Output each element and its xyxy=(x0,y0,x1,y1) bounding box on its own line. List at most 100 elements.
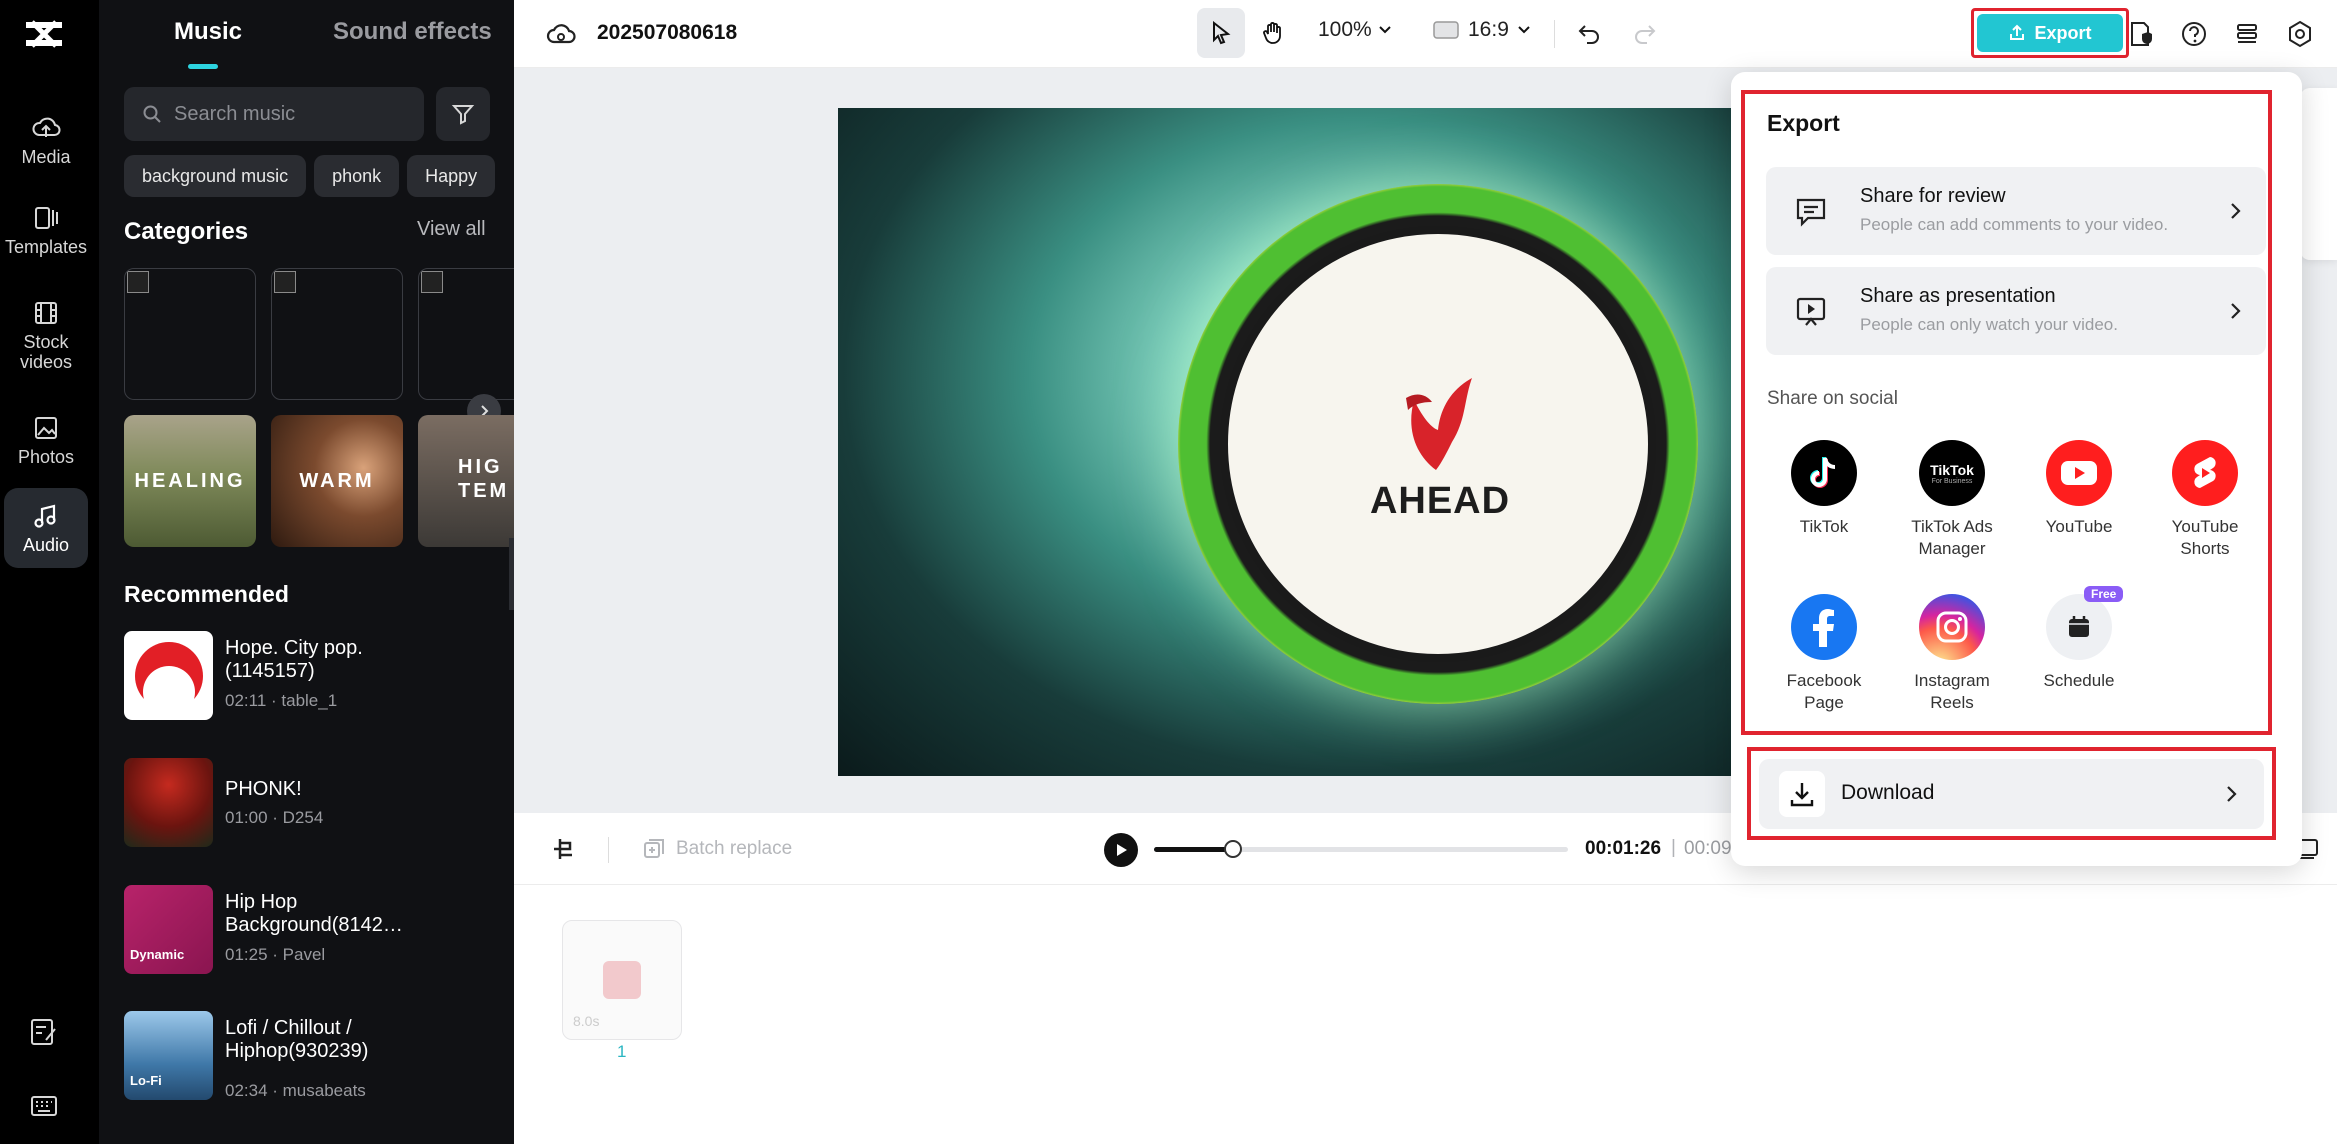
tab-sound-effects[interactable]: Sound effects xyxy=(333,18,492,46)
playback-progress-bar[interactable] xyxy=(1154,840,1568,858)
share-tiktok-ads-manager[interactable]: TikTok For Business TikTok Ads Manager xyxy=(1887,440,2017,560)
edit-notes-icon[interactable] xyxy=(28,1016,60,1048)
toolbar-divider xyxy=(1554,20,1555,48)
music-panel: Music Sound effects background musicphon… xyxy=(99,0,514,1144)
tiktok-ads-manager-icon: TikTok For Business xyxy=(1919,440,1985,506)
capcut-logo-icon[interactable] xyxy=(22,14,66,54)
share-youtube-shorts[interactable]: YouTube Shorts xyxy=(2140,440,2270,560)
chip-phonk[interactable]: phonk xyxy=(314,155,400,197)
category-card[interactable] xyxy=(418,268,514,400)
share-as-presentation-option[interactable]: Share as presentation People can only wa… xyxy=(1766,267,2266,355)
view-all-link[interactable]: View all xyxy=(417,218,486,241)
track-meta: 01:00 · D254 xyxy=(225,808,324,827)
search-box xyxy=(124,87,424,141)
track-meta: 02:11 · table_1 xyxy=(225,691,338,710)
split-tool-icon[interactable] xyxy=(550,835,578,863)
play-button[interactable] xyxy=(1104,833,1138,867)
batch-replace-button[interactable]: Batch replace xyxy=(642,837,792,861)
current-time: 00:01:26 xyxy=(1585,838,1662,859)
rail-item-label: Photos xyxy=(17,447,75,467)
red-moon-artwork-icon xyxy=(134,641,203,716)
track-item[interactable]: Dynamic Hip Hop Background(8142… 01:25 ·… xyxy=(124,885,514,977)
presentation-play-icon xyxy=(1796,297,1826,326)
help-icon[interactable] xyxy=(2180,20,2208,48)
broken-image-icon xyxy=(274,271,296,293)
social-label: YouTube xyxy=(2045,517,2113,536)
rail-item-templates[interactable]: Templates xyxy=(4,190,88,270)
cursor-arrow-icon xyxy=(1213,21,1231,45)
tiktok-ads-sub: For Business xyxy=(1931,477,1973,485)
right-side-panel-edge[interactable] xyxy=(2300,88,2337,260)
track-item[interactable]: Lo-Fi Lofi / Chillout / Hiphop(930239) 0… xyxy=(124,1011,514,1103)
share-youtube[interactable]: YouTube xyxy=(2014,440,2144,538)
social-label: TikTok xyxy=(1799,517,1849,536)
category-label: HEALING xyxy=(134,469,246,492)
track-thumbnail: Dynamic xyxy=(124,885,213,974)
keyboard-icon[interactable] xyxy=(28,1090,60,1122)
share-instagram-reels[interactable]: Instagram Reels xyxy=(1887,594,2017,714)
category-warm[interactable]: WARM xyxy=(271,415,403,547)
rail-item-stock-videos[interactable]: Stock videos xyxy=(4,290,88,380)
batch-replace-icon xyxy=(644,839,664,858)
calendar-icon: Free xyxy=(2046,586,2124,660)
filter-button[interactable] xyxy=(436,87,490,141)
social-label: TikTok Ads Manager xyxy=(1911,517,1993,558)
track-title: Hip Hop Background(8142… xyxy=(225,891,403,936)
redo-icon xyxy=(1635,25,1656,44)
social-label: YouTube Shorts xyxy=(2171,517,2239,558)
track-meta: 02:34 · musabeats xyxy=(225,1081,366,1100)
video-preview[interactable]: AHEAD xyxy=(838,108,1738,776)
hand-tool-button[interactable] xyxy=(1249,8,1297,58)
document-shield-icon[interactable] xyxy=(2126,20,2154,48)
category-card[interactable] xyxy=(271,268,403,400)
red-bird-logo-icon xyxy=(1406,378,1472,470)
social-label: Instagram Reels xyxy=(1914,671,1990,712)
schedule-post[interactable]: Free Schedule xyxy=(2014,586,2144,692)
track-item[interactable]: PHONK! 01:00 · D254 xyxy=(124,758,514,850)
share-facebook-page[interactable]: Facebook Page xyxy=(1759,594,1889,714)
track-item[interactable]: Hope. City pop.(1145157) 02:11 · table_1 xyxy=(124,631,514,723)
redo-button[interactable] xyxy=(1630,18,1660,48)
select-tool-button[interactable] xyxy=(1197,8,1245,58)
search-input[interactable] xyxy=(174,102,414,126)
undo-button[interactable] xyxy=(1574,18,1604,48)
social-label: Schedule xyxy=(2043,671,2115,690)
category-high-tempo[interactable]: HIG TEM xyxy=(418,415,514,547)
share-for-review-option[interactable]: Share for review People can add comments… xyxy=(1766,167,2266,255)
chip-happy[interactable]: Happy xyxy=(407,155,496,197)
timeline-clip[interactable]: 8.0s xyxy=(562,920,682,1040)
export-menu-title: Export xyxy=(1767,110,1840,136)
playback-scrubber-handle[interactable] xyxy=(1223,840,1242,858)
facebook-icon xyxy=(1791,594,1857,660)
zoom-dropdown[interactable]: 100% xyxy=(1318,18,1392,42)
download-option[interactable]: Download xyxy=(1759,759,2264,829)
share-on-social-heading: Share on social xyxy=(1767,388,1898,409)
rail-item-label: Stock videos xyxy=(19,332,73,372)
settings-gear-icon[interactable] xyxy=(2286,20,2314,48)
rail-item-audio[interactable]: Audio xyxy=(4,488,88,568)
track-title: Lofi / Chillout / Hiphop(930239) xyxy=(225,1017,369,1062)
search-icon xyxy=(143,105,161,123)
tiktok-icon xyxy=(1791,440,1857,506)
cloud-sync-icon[interactable] xyxy=(546,20,576,48)
project-name[interactable]: 202507080618 xyxy=(597,21,737,45)
share-tiktok[interactable]: TikTok xyxy=(1759,440,1889,538)
image-icon xyxy=(35,417,57,439)
social-label: Facebook Page xyxy=(1786,671,1862,712)
tab-active-indicator xyxy=(188,64,218,69)
rail-item-photos[interactable]: Photos xyxy=(4,400,88,480)
comment-icon xyxy=(1796,198,1826,227)
category-label: HIG TEM xyxy=(458,456,510,502)
rail-item-media[interactable]: Media xyxy=(4,100,88,180)
category-healing[interactable]: HEALING xyxy=(124,415,256,547)
tab-music[interactable]: Music xyxy=(174,18,242,46)
layers-stack-icon[interactable] xyxy=(2233,20,2261,48)
chip-background-music[interactable]: background music xyxy=(124,155,307,197)
track-title: PHONK! xyxy=(225,778,302,800)
aspect-ratio-dropdown[interactable]: 16:9 xyxy=(1432,18,1531,42)
cloud-upload-icon xyxy=(32,117,61,137)
left-rail: Media Templates Stock videos Photos Audi… xyxy=(0,0,99,1144)
category-card[interactable] xyxy=(124,268,256,400)
export-button[interactable]: Export xyxy=(1977,14,2123,52)
toolbar-divider xyxy=(608,837,609,863)
